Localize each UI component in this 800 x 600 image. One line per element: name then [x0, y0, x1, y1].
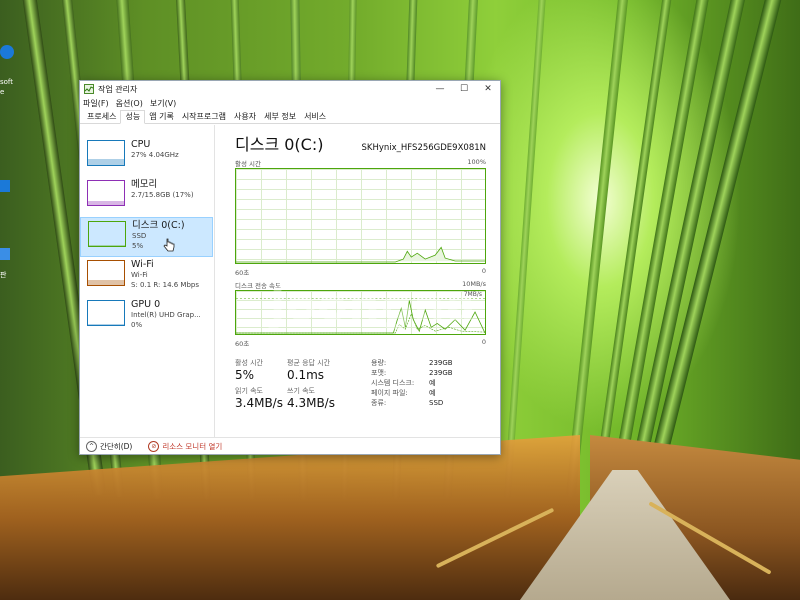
sidebar-item-detail: SSD	[132, 232, 147, 240]
sidebar-item-label: 메모리	[131, 179, 158, 190]
sidebar-item-detail: Intel(R) UHD Grap...	[131, 311, 201, 319]
title-bar[interactable]: 작업 관리자 — ☐ ✕	[80, 81, 500, 97]
sidebar-item-detail: 2.7/15.8GB (17%)	[131, 191, 194, 199]
sidebar-item-label: 디스크 0(C:)	[132, 220, 185, 231]
tab-services[interactable]: 서비스	[300, 111, 330, 123]
menu-options[interactable]: 옵션(O)	[116, 98, 143, 109]
sidebar-item-gpu[interactable]: GPU 0 Intel(R) UHD Grap... 0%	[80, 297, 214, 337]
disk-model: SKHynix_HFS256GDE9X081N	[361, 143, 487, 153]
thumbnail-usage-fill	[89, 245, 125, 246]
disk-detail-panel: 디스크 0(C:) SKHynix_HFS256GDE9X081N 활성 시간 1…	[215, 125, 500, 438]
page-title: 디스크 0(C:)	[235, 135, 324, 154]
tab-users[interactable]: 사용자	[230, 111, 260, 123]
memory-thumbnail-graph	[87, 180, 125, 206]
prop-key: 페이지 파일:	[371, 389, 408, 397]
sidebar-item-detail: Wi-Fi	[131, 271, 148, 279]
prop-value: 예	[429, 389, 436, 397]
prop-value: 239GB	[429, 369, 453, 377]
stat-label: 활성 시간	[235, 359, 263, 367]
resource-monitor-link[interactable]: ⊘ 리소스 모니터 열기	[148, 440, 223, 452]
sidebar-item-detail-2: 5%	[132, 242, 144, 250]
hand-cursor-icon	[163, 238, 175, 252]
desktop-icon-label: soft	[0, 78, 14, 86]
read-speed-value: 3.4MB/s	[235, 396, 283, 410]
sidebar-item-label: GPU 0	[131, 299, 161, 310]
window-title: 작업 관리자	[98, 84, 138, 94]
graph-xmax-label: 0	[481, 267, 486, 275]
sidebar-item-memory[interactable]: 메모리 2.7/15.8GB (17%)	[80, 177, 214, 217]
tab-processes[interactable]: 프로세스	[83, 111, 120, 123]
disk-properties: 용량: 239GB 포맷: 239GB 시스템 디스크: 예 페이지 파일: 예 종류:…	[371, 358, 453, 410]
desktop-app-icon[interactable]	[0, 45, 14, 59]
active-time-value: 5%	[235, 368, 255, 382]
prop-key: 용량:	[371, 359, 387, 367]
desktop-icon-label: 판	[0, 271, 7, 279]
tab-details[interactable]: 세부 정보	[260, 111, 300, 123]
transfer-rate-graph: 7MB/s	[235, 290, 486, 335]
graph-label: 활성 시간	[235, 160, 261, 168]
graph-xmin-label: 60초	[235, 269, 250, 277]
sidebar-item-wifi[interactable]: Wi-Fi Wi-Fi S: 0.1 R: 14.6 Mbps	[80, 257, 214, 297]
active-time-graph	[235, 168, 486, 264]
menu-view[interactable]: 보기(V)	[150, 98, 176, 109]
resource-sidebar: CPU 27% 4.04GHz 메모리 2.7/15.8GB (17%) 디스크…	[80, 125, 215, 438]
prop-value: 예	[429, 379, 436, 387]
tab-bar: 프로세스 성능 앱 기록 시작프로그램 사용자 세부 정보 서비스	[80, 110, 500, 124]
desktop-icon-label: e	[0, 88, 5, 96]
gpu-thumbnail-graph	[87, 300, 125, 326]
thumbnail-usage-fill	[88, 280, 124, 285]
task-manager-window: 작업 관리자 — ☐ ✕ 파일(F) 옵션(O) 보기(V) 프로세스 성능 앱…	[79, 80, 501, 455]
sidebar-item-detail: 27% 4.04GHz	[131, 151, 179, 159]
desktop-file-icon[interactable]	[0, 180, 10, 192]
minimize-button[interactable]: —	[428, 81, 452, 97]
fewer-details-link[interactable]: 간단히(D)	[100, 441, 132, 452]
thumbnail-usage-fill	[88, 324, 124, 325]
thumbnail-usage-fill	[88, 159, 124, 165]
sidebar-item-disk[interactable]: 디스크 0(C:) SSD 5%	[80, 217, 213, 257]
disk-thumbnail-graph	[88, 221, 126, 247]
prop-key: 종류:	[371, 399, 387, 407]
sidebar-item-cpu[interactable]: CPU 27% 4.04GHz	[80, 137, 214, 177]
tab-performance[interactable]: 성능	[120, 110, 146, 124]
graph-xmax-label: 0	[481, 338, 486, 346]
sidebar-item-detail-2: 0%	[131, 321, 143, 329]
graph-label: 디스크 전송 속도	[235, 282, 281, 290]
menu-bar: 파일(F) 옵션(O) 보기(V)	[80, 97, 500, 110]
task-manager-icon	[84, 84, 94, 94]
desktop-file-icon[interactable]	[0, 248, 10, 260]
prop-value: SSD	[429, 399, 444, 407]
graph-inner-max-label: 7MB/s	[463, 291, 482, 298]
write-speed-value: 4.3MB/s	[287, 396, 335, 410]
footer-bar: ^ 간단히(D) ⊘ 리소스 모니터 열기	[80, 437, 500, 454]
response-time-value: 0.1ms	[287, 368, 325, 382]
stat-label: 읽기 속도	[235, 387, 263, 395]
resource-monitor-label: 리소스 모니터 열기	[162, 441, 223, 451]
prop-key: 포맷:	[371, 369, 387, 377]
sidebar-item-label: Wi-Fi	[131, 259, 154, 270]
bamboo-stalk	[565, 0, 630, 498]
stat-label: 쓰기 속도	[287, 387, 315, 395]
bamboo-stalk	[503, 0, 547, 499]
thumbnail-usage-fill	[88, 201, 124, 205]
resource-monitor-icon: ⊘	[148, 440, 160, 452]
chevron-up-icon[interactable]: ^	[86, 440, 97, 452]
prop-value: 239GB	[429, 359, 453, 367]
sidebar-item-detail-2: S: 0.1 R: 14.6 Mbps	[131, 281, 200, 289]
wifi-thumbnail-graph	[87, 260, 125, 286]
menu-file[interactable]: 파일(F)	[83, 98, 109, 109]
maximize-button[interactable]: ☐	[452, 81, 476, 97]
graph-max-label: 100%	[467, 158, 486, 166]
prop-key: 시스템 디스크:	[371, 379, 415, 387]
stat-label: 평균 응답 시간	[287, 359, 331, 367]
graph-xmin-label: 60초	[235, 340, 250, 348]
graph-max-label: 10MB/s	[462, 280, 486, 288]
tab-startup[interactable]: 시작프로그램	[178, 111, 230, 123]
cpu-thumbnail-graph	[87, 140, 125, 166]
tab-app-history[interactable]: 앱 기록	[145, 111, 178, 123]
close-button[interactable]: ✕	[476, 81, 500, 97]
sidebar-item-label: CPU	[131, 139, 151, 150]
